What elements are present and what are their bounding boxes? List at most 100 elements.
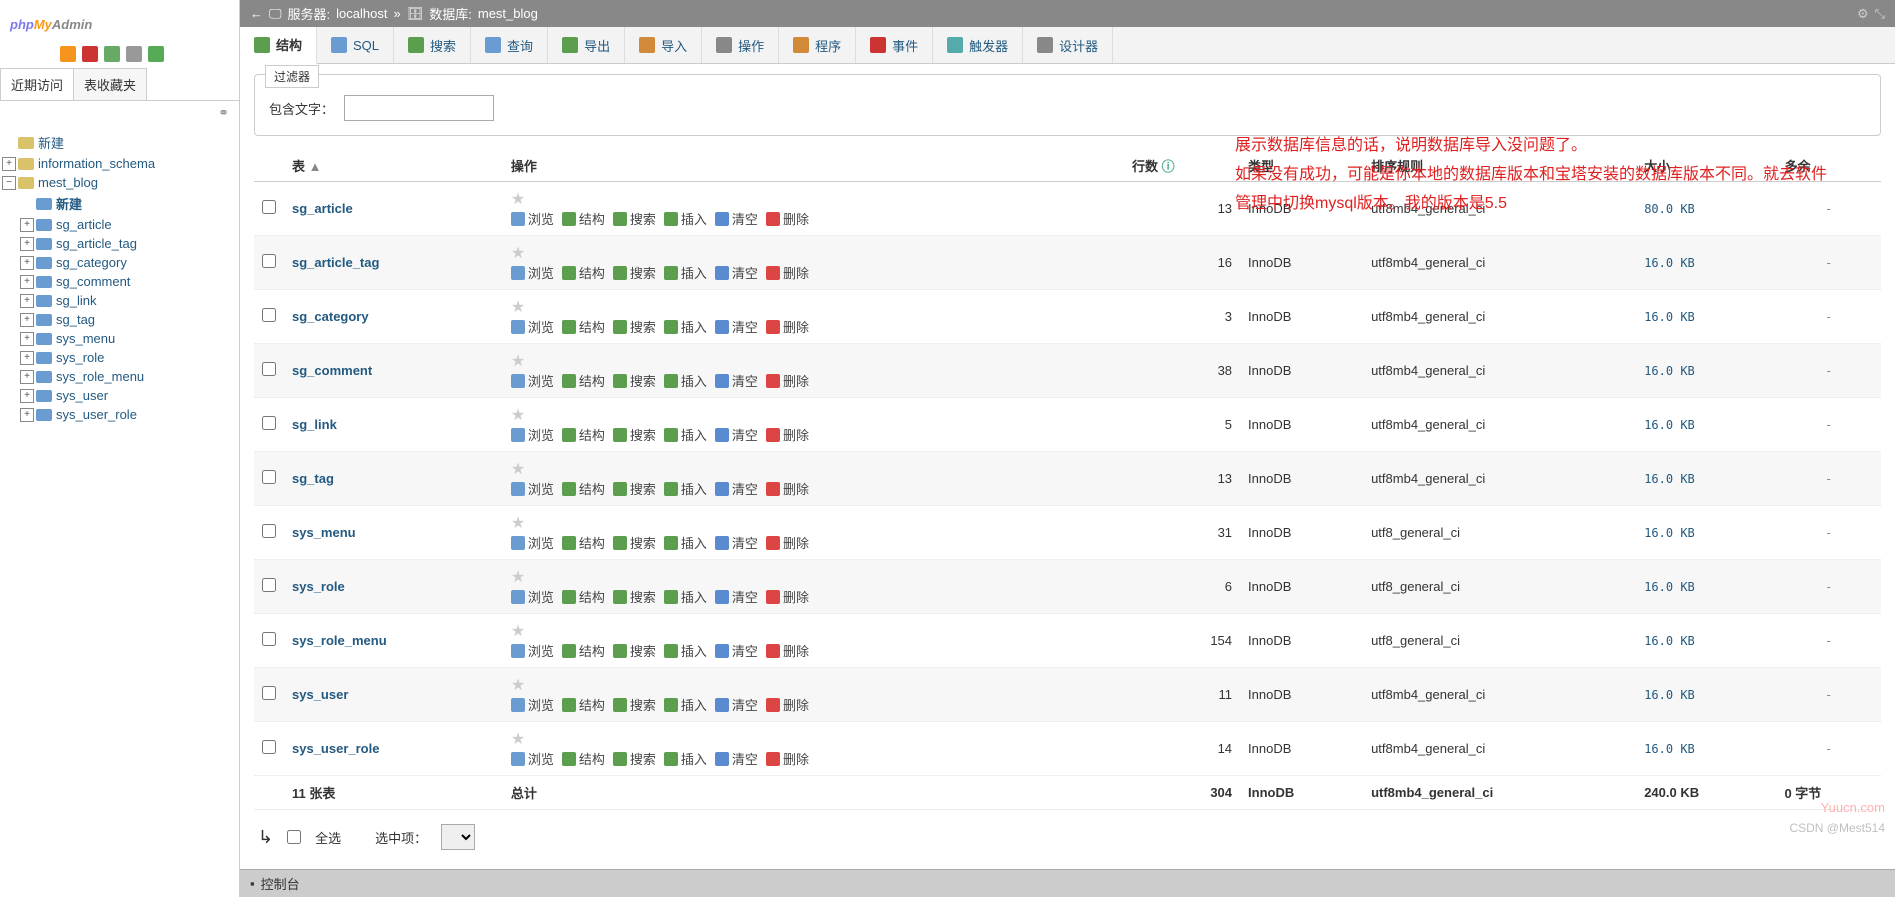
tab-export[interactable]: 导出 (548, 27, 625, 63)
op-empty[interactable]: 清空 (715, 263, 758, 282)
table-name-link[interactable]: sg_link (292, 417, 337, 432)
row-checkbox[interactable] (262, 632, 276, 646)
tree-table-sg_article[interactable]: sg_article (56, 217, 112, 232)
tab-proc[interactable]: 程序 (779, 27, 856, 63)
op-empty[interactable]: 清空 (715, 209, 758, 228)
cell-size[interactable]: 16.0 KB (1636, 398, 1776, 452)
tree-toggle[interactable]: + (20, 313, 34, 327)
filter-input[interactable] (344, 95, 494, 121)
op-structure[interactable]: 结构 (562, 209, 605, 228)
op-empty[interactable]: 清空 (715, 695, 758, 714)
sidebar-tab-recent[interactable]: 近期访问 (0, 68, 74, 100)
cell-size[interactable]: 16.0 KB (1636, 236, 1776, 290)
tree-table-sys_menu[interactable]: sys_menu (56, 331, 115, 346)
op-search[interactable]: 搜索 (613, 479, 656, 498)
tree-toggle[interactable]: + (20, 256, 34, 270)
op-insert[interactable]: 插入 (664, 533, 707, 552)
table-name-link[interactable]: sys_role (292, 579, 345, 594)
op-drop[interactable]: 删除 (766, 317, 809, 336)
row-checkbox[interactable] (262, 362, 276, 376)
op-drop[interactable]: 删除 (766, 587, 809, 606)
favorite-star[interactable]: ★ (511, 299, 525, 316)
op-browse[interactable]: 浏览 (511, 695, 554, 714)
tree-toggle[interactable]: + (20, 294, 34, 308)
op-empty[interactable]: 清空 (715, 587, 758, 606)
table-name-link[interactable]: sg_tag (292, 471, 334, 486)
table-name-link[interactable]: sg_article (292, 201, 353, 216)
check-all-checkbox[interactable] (287, 830, 301, 844)
row-checkbox[interactable] (262, 470, 276, 484)
tab-search[interactable]: 搜索 (394, 27, 471, 63)
op-insert[interactable]: 插入 (664, 479, 707, 498)
op-drop[interactable]: 删除 (766, 479, 809, 498)
server-link[interactable]: localhost (336, 6, 387, 21)
tree-table-sys_user_role[interactable]: sys_user_role (56, 407, 137, 422)
tree-table-sys_user[interactable]: sys_user (56, 388, 108, 403)
logout-icon[interactable] (82, 46, 98, 62)
op-insert[interactable]: 插入 (664, 749, 707, 768)
favorite-star[interactable]: ★ (511, 245, 525, 262)
tree-toggle[interactable]: + (20, 389, 34, 403)
op-search[interactable]: 搜索 (613, 749, 656, 768)
op-insert[interactable]: 插入 (664, 371, 707, 390)
op-insert[interactable]: 插入 (664, 425, 707, 444)
tree-new-table[interactable]: 新建 (56, 194, 82, 213)
tab-ops[interactable]: 操作 (702, 27, 779, 63)
tab-design[interactable]: 设计器 (1023, 27, 1113, 63)
op-structure[interactable]: 结构 (562, 533, 605, 552)
op-empty[interactable]: 清空 (715, 749, 758, 768)
op-structure[interactable]: 结构 (562, 641, 605, 660)
op-search[interactable]: 搜索 (613, 587, 656, 606)
op-browse[interactable]: 浏览 (511, 749, 554, 768)
op-search[interactable]: 搜索 (613, 371, 656, 390)
row-checkbox[interactable] (262, 578, 276, 592)
table-name-link[interactable]: sg_article_tag (292, 255, 379, 270)
op-insert[interactable]: 插入 (664, 317, 707, 336)
op-empty[interactable]: 清空 (715, 317, 758, 336)
op-browse[interactable]: 浏览 (511, 317, 554, 336)
check-all-label[interactable]: 全选 (315, 828, 341, 847)
op-browse[interactable]: 浏览 (511, 479, 554, 498)
favorite-star[interactable]: ★ (511, 191, 525, 208)
db-link[interactable]: mest_blog (478, 6, 538, 21)
tree-table-sys_role_menu[interactable]: sys_role_menu (56, 369, 144, 384)
favorite-star[interactable]: ★ (511, 407, 525, 424)
favorite-star[interactable]: ★ (511, 623, 525, 640)
op-drop[interactable]: 删除 (766, 641, 809, 660)
tree-new-db[interactable]: 新建 (38, 133, 64, 152)
op-drop[interactable]: 删除 (766, 209, 809, 228)
row-checkbox[interactable] (262, 254, 276, 268)
bulk-action-select[interactable] (441, 824, 475, 850)
favorite-star[interactable]: ★ (511, 353, 525, 370)
tree-toggle[interactable]: − (2, 176, 16, 190)
tab-trig[interactable]: 触发器 (933, 27, 1023, 63)
table-name-link[interactable]: sys_user (292, 687, 348, 702)
collapse-icon[interactable]: ⤡ (1875, 6, 1885, 22)
op-structure[interactable]: 结构 (562, 695, 605, 714)
op-browse[interactable]: 浏览 (511, 641, 554, 660)
cell-size[interactable]: 16.0 KB (1636, 722, 1776, 776)
refresh-icon[interactable] (148, 46, 164, 62)
cell-size[interactable]: 16.0 KB (1636, 344, 1776, 398)
op-search[interactable]: 搜索 (613, 641, 656, 660)
sidebar-tab-favorites[interactable]: 表收藏夹 (73, 68, 147, 100)
tab-sql[interactable]: SQL (317, 27, 394, 63)
op-browse[interactable]: 浏览 (511, 371, 554, 390)
op-empty[interactable]: 清空 (715, 425, 758, 444)
op-browse[interactable]: 浏览 (511, 209, 554, 228)
tree-db-information_schema[interactable]: information_schema (38, 156, 155, 171)
op-insert[interactable]: 插入 (664, 209, 707, 228)
tree-toggle[interactable]: + (20, 332, 34, 346)
tree-toggle[interactable]: + (20, 351, 34, 365)
op-search[interactable]: 搜索 (613, 425, 656, 444)
op-empty[interactable]: 清空 (715, 371, 758, 390)
op-search[interactable]: 搜索 (613, 317, 656, 336)
cell-size[interactable]: 16.0 KB (1636, 452, 1776, 506)
row-checkbox[interactable] (262, 416, 276, 430)
row-checkbox[interactable] (262, 686, 276, 700)
docs-icon[interactable] (104, 46, 120, 62)
col-table[interactable]: 表 ▲ (284, 150, 503, 182)
cell-size[interactable]: 16.0 KB (1636, 614, 1776, 668)
link-icon[interactable]: ⚭ (218, 105, 229, 120)
tree-table-sg_category[interactable]: sg_category (56, 255, 127, 270)
